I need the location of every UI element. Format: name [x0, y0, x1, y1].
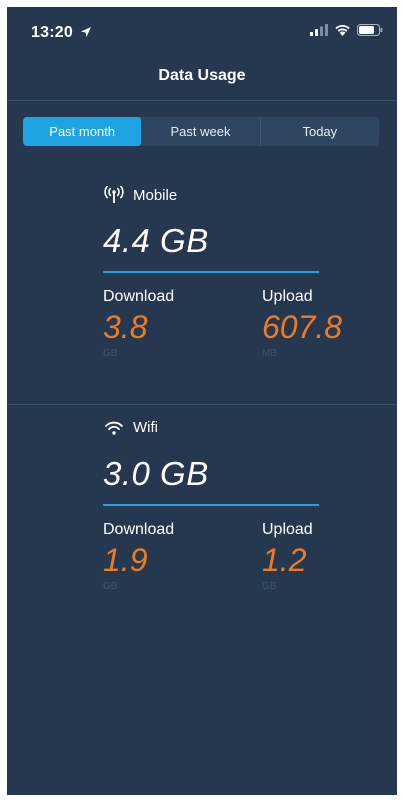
mobile-upload-unit: MB [262, 348, 277, 359]
wifi-total-bar [103, 504, 319, 506]
wifi-download-value: 1.9 [103, 542, 148, 578]
mobile-title: Mobile [133, 186, 178, 204]
wifi-download: Download 1.9 GB [103, 521, 174, 592]
nav-divider [7, 100, 397, 101]
location-arrow-icon [81, 27, 91, 37]
wifi-total: 3.0 GB [103, 455, 209, 492]
cellular-antenna-icon [104, 186, 124, 203]
battery-icon [357, 24, 383, 36]
wifi-icon [105, 421, 123, 435]
wifi-upload-value: 1.2 [262, 542, 307, 578]
segment-past-month[interactable]: Past month [23, 117, 142, 146]
segment-past-week[interactable]: Past week [141, 117, 261, 146]
mobile-download-unit: GB [103, 348, 118, 359]
status-time: 13:20 [31, 24, 73, 41]
mobile-upload-value: 607.8 [262, 309, 343, 345]
mobile-total-bar [103, 271, 319, 273]
page-title: Data Usage [158, 67, 246, 84]
mobile-download-label: Download [103, 288, 175, 305]
wifi-upload-label: Upload [262, 521, 313, 538]
mobile-upload: Upload 607.8 MB [262, 288, 342, 359]
status-bar: 13:20 [7, 7, 397, 55]
mobile-total: 4.4 GB [103, 222, 209, 259]
wifi-upload-unit: GB [262, 581, 277, 592]
wifi-upload: Upload 1.2 GB [262, 521, 313, 592]
wifi-title: Wifi [133, 419, 158, 436]
wifi-usage-card: Wifi 3.0 GB Download 1.9 GB Upload 1.2 G… [7, 405, 397, 665]
mobile-header: Mobile [103, 186, 177, 204]
mobile-upload-label: Upload [262, 288, 313, 305]
mobile-usage-card: Mobile 4.4 GB Download 3.8 GB Upload 607… [7, 172, 397, 404]
app-screen: 13:20 Data Usage Past month Past week To… [7, 7, 397, 795]
period-segmented-control: Past month Past week Today [23, 117, 379, 146]
mobile-download: Download 3.8 GB [103, 288, 174, 359]
status-indicators [310, 24, 383, 36]
wifi-icon [335, 25, 350, 36]
wifi-header: Wifi [103, 419, 158, 436]
wifi-download-unit: GB [103, 581, 118, 592]
mobile-download-value: 3.8 [103, 309, 148, 345]
segment-today[interactable]: Today [261, 117, 379, 146]
cellular-signal-icon [310, 24, 328, 36]
wifi-download-label: Download [103, 521, 175, 538]
